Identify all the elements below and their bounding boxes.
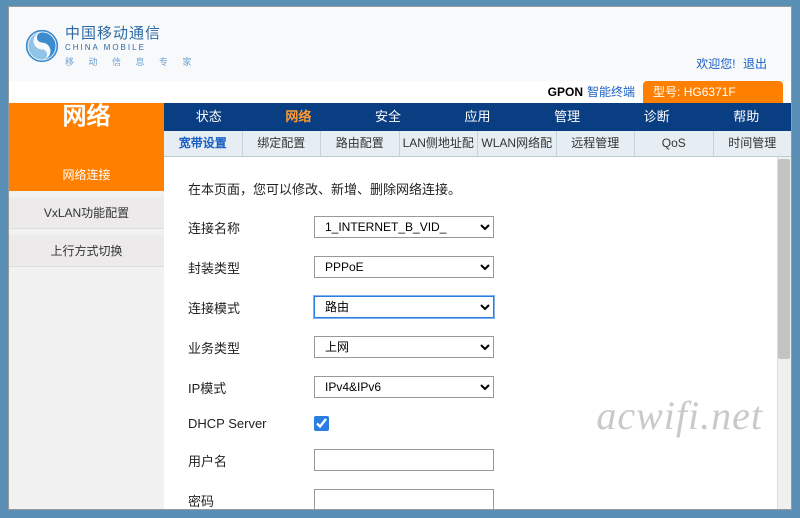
sub-tab-6[interactable]: QoS: [635, 131, 714, 156]
label-username: 用户名: [188, 451, 314, 470]
gpon-label: GPON: [548, 85, 583, 99]
input-password[interactable]: [314, 489, 494, 509]
select-encap[interactable]: PPPoE: [314, 256, 494, 278]
brand-logo: 中国移动通信 CHINA MOBILE 移 动 信 息 专 家: [25, 25, 198, 67]
model-value: HG6371F: [684, 85, 736, 99]
input-username[interactable]: [314, 449, 494, 471]
header: 中国移动通信 CHINA MOBILE 移 动 信 息 专 家 欢迎您! 退出: [9, 7, 791, 81]
device-type: GPON 智能终端: [548, 81, 635, 103]
label-conn-name: 连接名称: [188, 218, 314, 237]
scrollbar-track[interactable]: [777, 157, 791, 509]
label-ip-mode: IP模式: [188, 378, 314, 397]
label-encap: 封装类型: [188, 258, 314, 277]
device-bar: GPON 智能终端 型号: HG6371F: [9, 81, 791, 103]
sub-tab-3[interactable]: LAN侧地址配置: [400, 131, 479, 156]
sub-tab-2[interactable]: 路由配置: [321, 131, 400, 156]
scrollbar-thumb[interactable]: [778, 159, 790, 359]
checkbox-dhcp-server[interactable]: [314, 416, 329, 431]
china-mobile-icon: [25, 29, 59, 63]
main-tabs: 状态网络安全应用管理诊断帮助: [164, 103, 791, 131]
select-conn-mode[interactable]: 路由: [314, 296, 494, 318]
logout-link[interactable]: 退出: [743, 57, 767, 71]
main-tab-6[interactable]: 帮助: [701, 103, 791, 131]
model-tab: 型号: HG6371F: [643, 81, 783, 103]
brand-cn: 中国移动通信: [65, 25, 198, 43]
label-service-type: 业务类型: [188, 338, 314, 357]
page-heading-truncated: 网络连接: [188, 157, 767, 159]
main-tab-5[interactable]: 诊断: [612, 103, 702, 131]
select-service-type[interactable]: 上网: [314, 336, 494, 358]
select-conn-name[interactable]: 1_INTERNET_B_VID_: [314, 216, 494, 238]
sub-nav: 宽带设置绑定配置路由配置LAN侧地址配置WLAN网络配置远程管理QoS时间管理: [164, 131, 791, 157]
sidebar-item-0[interactable]: 网络连接: [9, 159, 164, 191]
label-conn-mode: 连接模式: [188, 298, 314, 317]
sidebar-item-1[interactable]: VxLAN功能配置: [9, 197, 164, 229]
welcome-text: 欢迎您!: [696, 57, 735, 71]
sub-tab-0[interactable]: 宽带设置: [164, 131, 243, 156]
main-nav: 网络 状态网络安全应用管理诊断帮助: [9, 103, 791, 131]
section-title: 网络: [9, 103, 164, 159]
content-panel: 网络连接 在本页面，您可以修改、新增、删除网络连接。 连接名称 1_INTERN…: [164, 157, 791, 509]
sub-tab-7[interactable]: 时间管理: [714, 131, 792, 156]
main-tab-0[interactable]: 状态: [164, 103, 254, 131]
gpon-text: 智能终端: [587, 85, 635, 99]
sub-tab-4[interactable]: WLAN网络配置: [478, 131, 557, 156]
label-password: 密码: [188, 491, 314, 510]
main-tab-1[interactable]: 网络: [254, 103, 344, 131]
main-tab-3[interactable]: 应用: [433, 103, 523, 131]
label-dhcp-server: DHCP Server: [188, 416, 314, 431]
sidebar: 网络连接 VxLAN功能配置上行方式切换: [9, 159, 164, 510]
main-tab-4[interactable]: 管理: [522, 103, 612, 131]
welcome-area: 欢迎您! 退出: [696, 55, 767, 72]
sub-tab-1[interactable]: 绑定配置: [243, 131, 322, 156]
brand-en: CHINA MOBILE: [65, 43, 198, 53]
brand-slogan: 移 动 信 息 专 家: [65, 57, 198, 68]
page-description: 在本页面，您可以修改、新增、删除网络连接。: [188, 179, 767, 198]
main-tab-2[interactable]: 安全: [343, 103, 433, 131]
sidebar-item-2[interactable]: 上行方式切换: [9, 235, 164, 267]
model-label: 型号:: [653, 85, 680, 99]
sub-tab-5[interactable]: 远程管理: [557, 131, 636, 156]
select-ip-mode[interactable]: IPv4&IPv6: [314, 376, 494, 398]
